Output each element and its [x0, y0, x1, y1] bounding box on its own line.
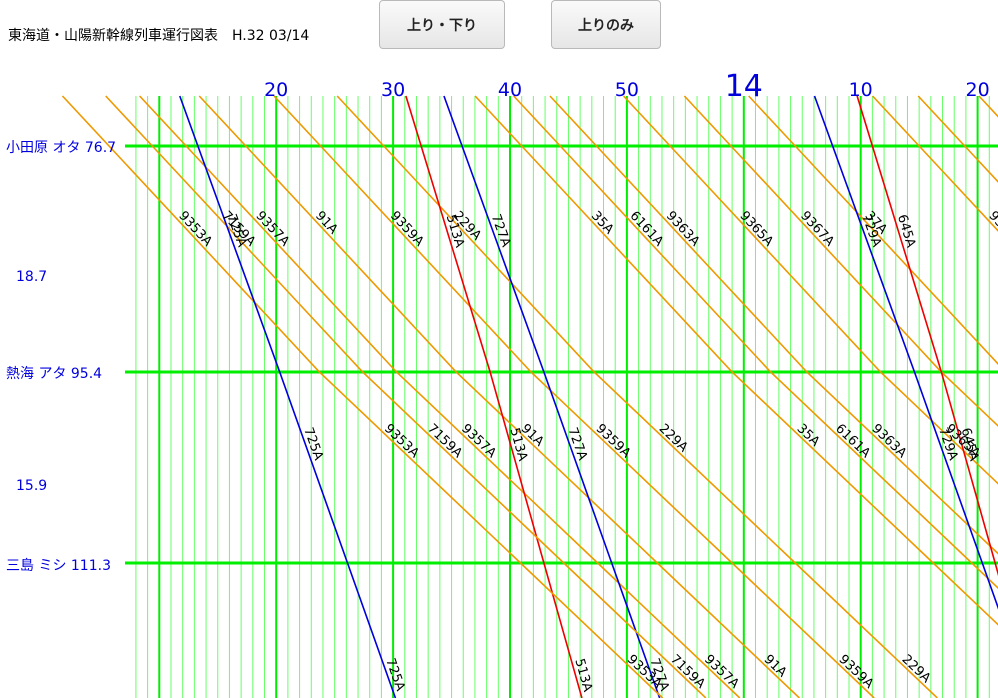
time-axis-label: 20: [966, 79, 990, 101]
train-label: 9363A: [868, 421, 909, 461]
train-label: 725A: [300, 426, 325, 463]
train-label: 9363A: [663, 209, 703, 250]
train-label: 725A: [223, 212, 249, 249]
train-line-513A: [405, 95, 583, 698]
train-line-9365A: [623, 95, 998, 485]
train-label: 9357A: [701, 652, 742, 692]
train-line-7163A: [917, 95, 998, 183]
station-label-mishima: 三島 ミシ 111.3: [6, 558, 111, 574]
train-label: 9353A: [381, 421, 422, 461]
time-axis-label: 40: [498, 79, 522, 101]
train-labels: 9357A9357A9357A91A91A91A9359A9359A9359A2…: [175, 209, 998, 694]
time-axis-label: 14: [725, 69, 763, 104]
train-line-7159A: [105, 95, 707, 698]
train-label: 9357A: [252, 209, 292, 250]
train-label: 9357A: [458, 421, 499, 461]
train-label: 9359A: [835, 652, 876, 692]
time-grid: [125, 96, 998, 698]
station-label-atami: 熱海 アタ 95.4: [6, 366, 103, 382]
train-label: 725A: [382, 656, 407, 693]
train-label: 6161A: [832, 421, 873, 461]
time-axis-label: 20: [264, 79, 288, 101]
train-line-37A: [748, 95, 998, 365]
station-label-odawara: 小田原 オタ 76.7: [6, 140, 117, 156]
train-label: 9369A: [985, 209, 998, 250]
time-axis: 2030405014102030: [264, 69, 990, 104]
time-axis-label: 50: [615, 79, 639, 101]
train-label: 9353A: [175, 209, 215, 250]
train-line-9373A: [978, 95, 998, 118]
train-label: 9365A: [736, 209, 776, 250]
time-axis-label: 30: [381, 79, 405, 101]
distance-label-atami-mishima: 15.9: [16, 478, 48, 494]
train-lines: [61, 95, 998, 698]
train-label: 9367A: [797, 209, 837, 250]
train-label: 91A: [761, 652, 790, 680]
train-label: 91A: [312, 209, 340, 238]
time-axis-label: 10: [849, 79, 873, 101]
train-diagram: 9357A9357A9357A91A91A91A9359A9359A9359A2…: [61, 69, 998, 698]
train-label: 7159A: [424, 421, 465, 461]
distance-label-odawara-atami: 18.7: [16, 269, 48, 285]
train-label: 35A: [794, 421, 823, 449]
train-label: 229A: [899, 652, 934, 686]
